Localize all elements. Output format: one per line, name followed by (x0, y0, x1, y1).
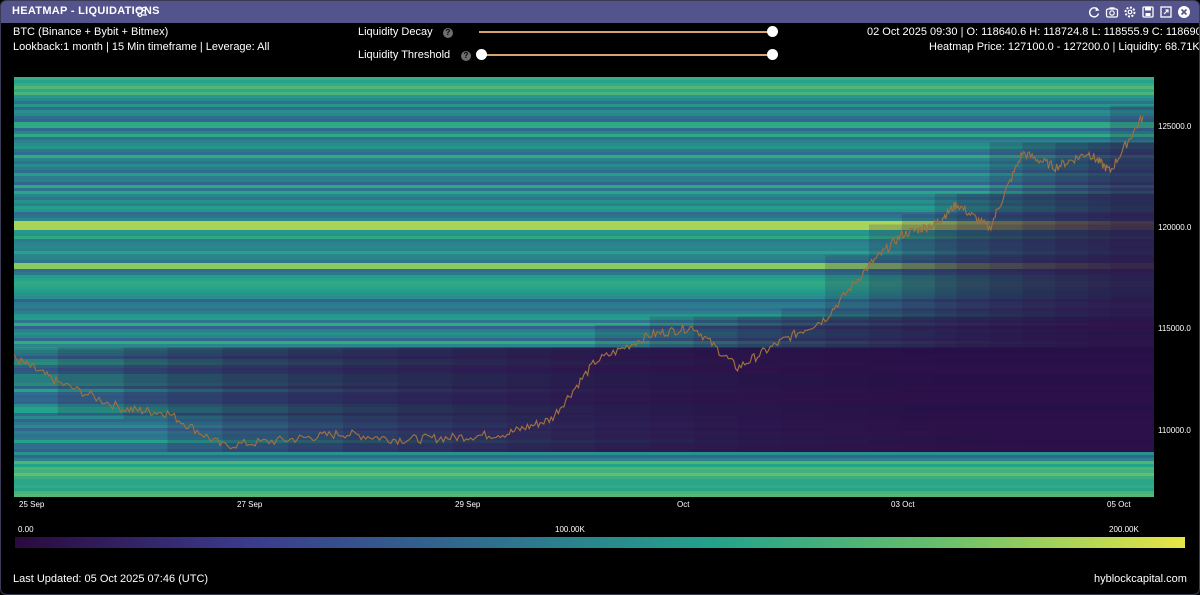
heatmap-band (14, 137, 1154, 141)
colorbar-max-label: 200.00K (1109, 525, 1139, 534)
heatmap-band (14, 98, 1154, 102)
close-icon[interactable] (1177, 5, 1191, 19)
heatmap-band (14, 101, 1154, 105)
heatmap-band (14, 185, 1154, 189)
camera-icon[interactable] (1105, 5, 1119, 19)
heatmap-band (14, 161, 1154, 165)
heatmap-band (14, 176, 1154, 180)
heatmap-band (14, 485, 1154, 489)
threshold-min-handle[interactable] (476, 49, 487, 60)
save-icon[interactable] (1141, 5, 1155, 19)
liquidity-decay-label: Liquidity Decay (358, 26, 433, 38)
threshold-max-handle[interactable] (767, 49, 778, 60)
y-tick-label: 120000.0 (1158, 223, 1192, 232)
heatmap-band (14, 95, 1154, 99)
heatmap-band (14, 170, 1154, 174)
x-tick-label: 25 Sep (19, 500, 45, 509)
liquidation-heatmap-plot[interactable] (14, 77, 1154, 497)
y-tick-label: 115000.0 (1158, 324, 1191, 333)
colorbar-mid-label: 100.00K (555, 525, 585, 534)
liquidity-threshold-label: Liquidity Threshold (358, 49, 451, 61)
x-tick-label: 05 Oct (1107, 500, 1131, 509)
heatmap-band (14, 464, 1154, 468)
title-bar: HEATMAP - LIQUIDATIONS (1, 1, 1199, 23)
heatmap-window: HEATMAP - LIQUIDATIONS BTC (Binance + By… (0, 0, 1200, 595)
liquidity-threshold-slider[interactable] (481, 54, 772, 56)
heatmap-band (14, 152, 1154, 156)
heatmap-band (14, 182, 1154, 186)
heatmap-band (14, 86, 1154, 90)
heatmap-band (14, 467, 1154, 471)
decay-help-icon[interactable]: ? (443, 28, 453, 38)
last-updated-label: Last Updated: 05 Oct 2025 07:46 (UTC) (13, 573, 209, 585)
heatmap-band (14, 470, 1154, 474)
asset-label: BTC (Binance + Bybit + Bitmex) (13, 26, 169, 38)
y-tick-label: 110000.0 (1158, 426, 1191, 435)
heatmap-band (14, 461, 1154, 465)
liquidity-colorbar (15, 537, 1185, 548)
heatmap-band (14, 131, 1154, 135)
heatmap-band (14, 476, 1154, 480)
heatmap-band (14, 89, 1154, 93)
heatmap-band (14, 155, 1154, 159)
y-tick-label: 125000.0 (1158, 122, 1192, 131)
liquidity-decay-handle[interactable] (767, 26, 778, 37)
heatmap-band (14, 92, 1154, 96)
heatmap-band (14, 113, 1154, 117)
heatmap-band (14, 119, 1154, 123)
heatmap-price-readout: Heatmap Price: 127100.0 - 127200.0 | Liq… (929, 41, 1200, 53)
heatmap-band (14, 173, 1154, 177)
lookback-label: Lookback:1 month | 15 Min timeframe | Le… (13, 41, 270, 53)
heatmap-band (14, 134, 1154, 138)
heatmap-band (14, 188, 1154, 192)
heatmap-band (14, 80, 1154, 84)
heatmap-band (14, 116, 1154, 120)
heatmap-band (14, 107, 1154, 111)
heatmap-band (14, 77, 1154, 81)
heatmap-band (14, 149, 1154, 153)
heatmap-band (14, 452, 1154, 456)
x-tick-label: 27 Sep (237, 500, 263, 509)
settings-icon[interactable] (1123, 5, 1137, 19)
heatmap-band (14, 164, 1154, 168)
liquidated-zone (1110, 105, 1154, 452)
heatmap-band (14, 143, 1154, 147)
heatmap-band (14, 146, 1154, 150)
threshold-help-icon[interactable]: ? (461, 51, 471, 61)
x-tick-label: Oct (677, 500, 690, 509)
heatmap-band (14, 494, 1154, 497)
sliders-icon[interactable] (135, 5, 149, 19)
heatmap-band (14, 179, 1154, 183)
heatmap-band (14, 488, 1154, 492)
x-tick-label: 03 Oct (891, 500, 915, 509)
heatmap-band (14, 140, 1154, 144)
heatmap-band (14, 167, 1154, 171)
liquidity-decay-slider[interactable] (479, 31, 772, 33)
heatmap-band (14, 104, 1154, 108)
heatmap-band (14, 110, 1154, 114)
refresh-icon[interactable] (1087, 5, 1101, 19)
heatmap-band (14, 482, 1154, 486)
heatmap-band (14, 458, 1154, 462)
heatmap-band (14, 128, 1154, 132)
heatmap-band (14, 473, 1154, 477)
heatmap-band (14, 479, 1154, 483)
brand-link[interactable]: hyblockcapital.com (1094, 573, 1187, 585)
heatmap-band (14, 83, 1154, 87)
expand-icon[interactable] (1159, 5, 1173, 19)
x-tick-label: 29 Sep (455, 500, 481, 509)
heatmap-band (14, 122, 1154, 126)
ohlc-readout: 02 Oct 2025 09:30 | O: 118640.6 H: 11872… (867, 26, 1200, 38)
heatmap-band (14, 125, 1154, 129)
heatmap-band (14, 491, 1154, 495)
heatmap-band (14, 158, 1154, 162)
colorbar-min-label: 0.00 (18, 525, 34, 534)
heatmap-band (14, 455, 1154, 459)
